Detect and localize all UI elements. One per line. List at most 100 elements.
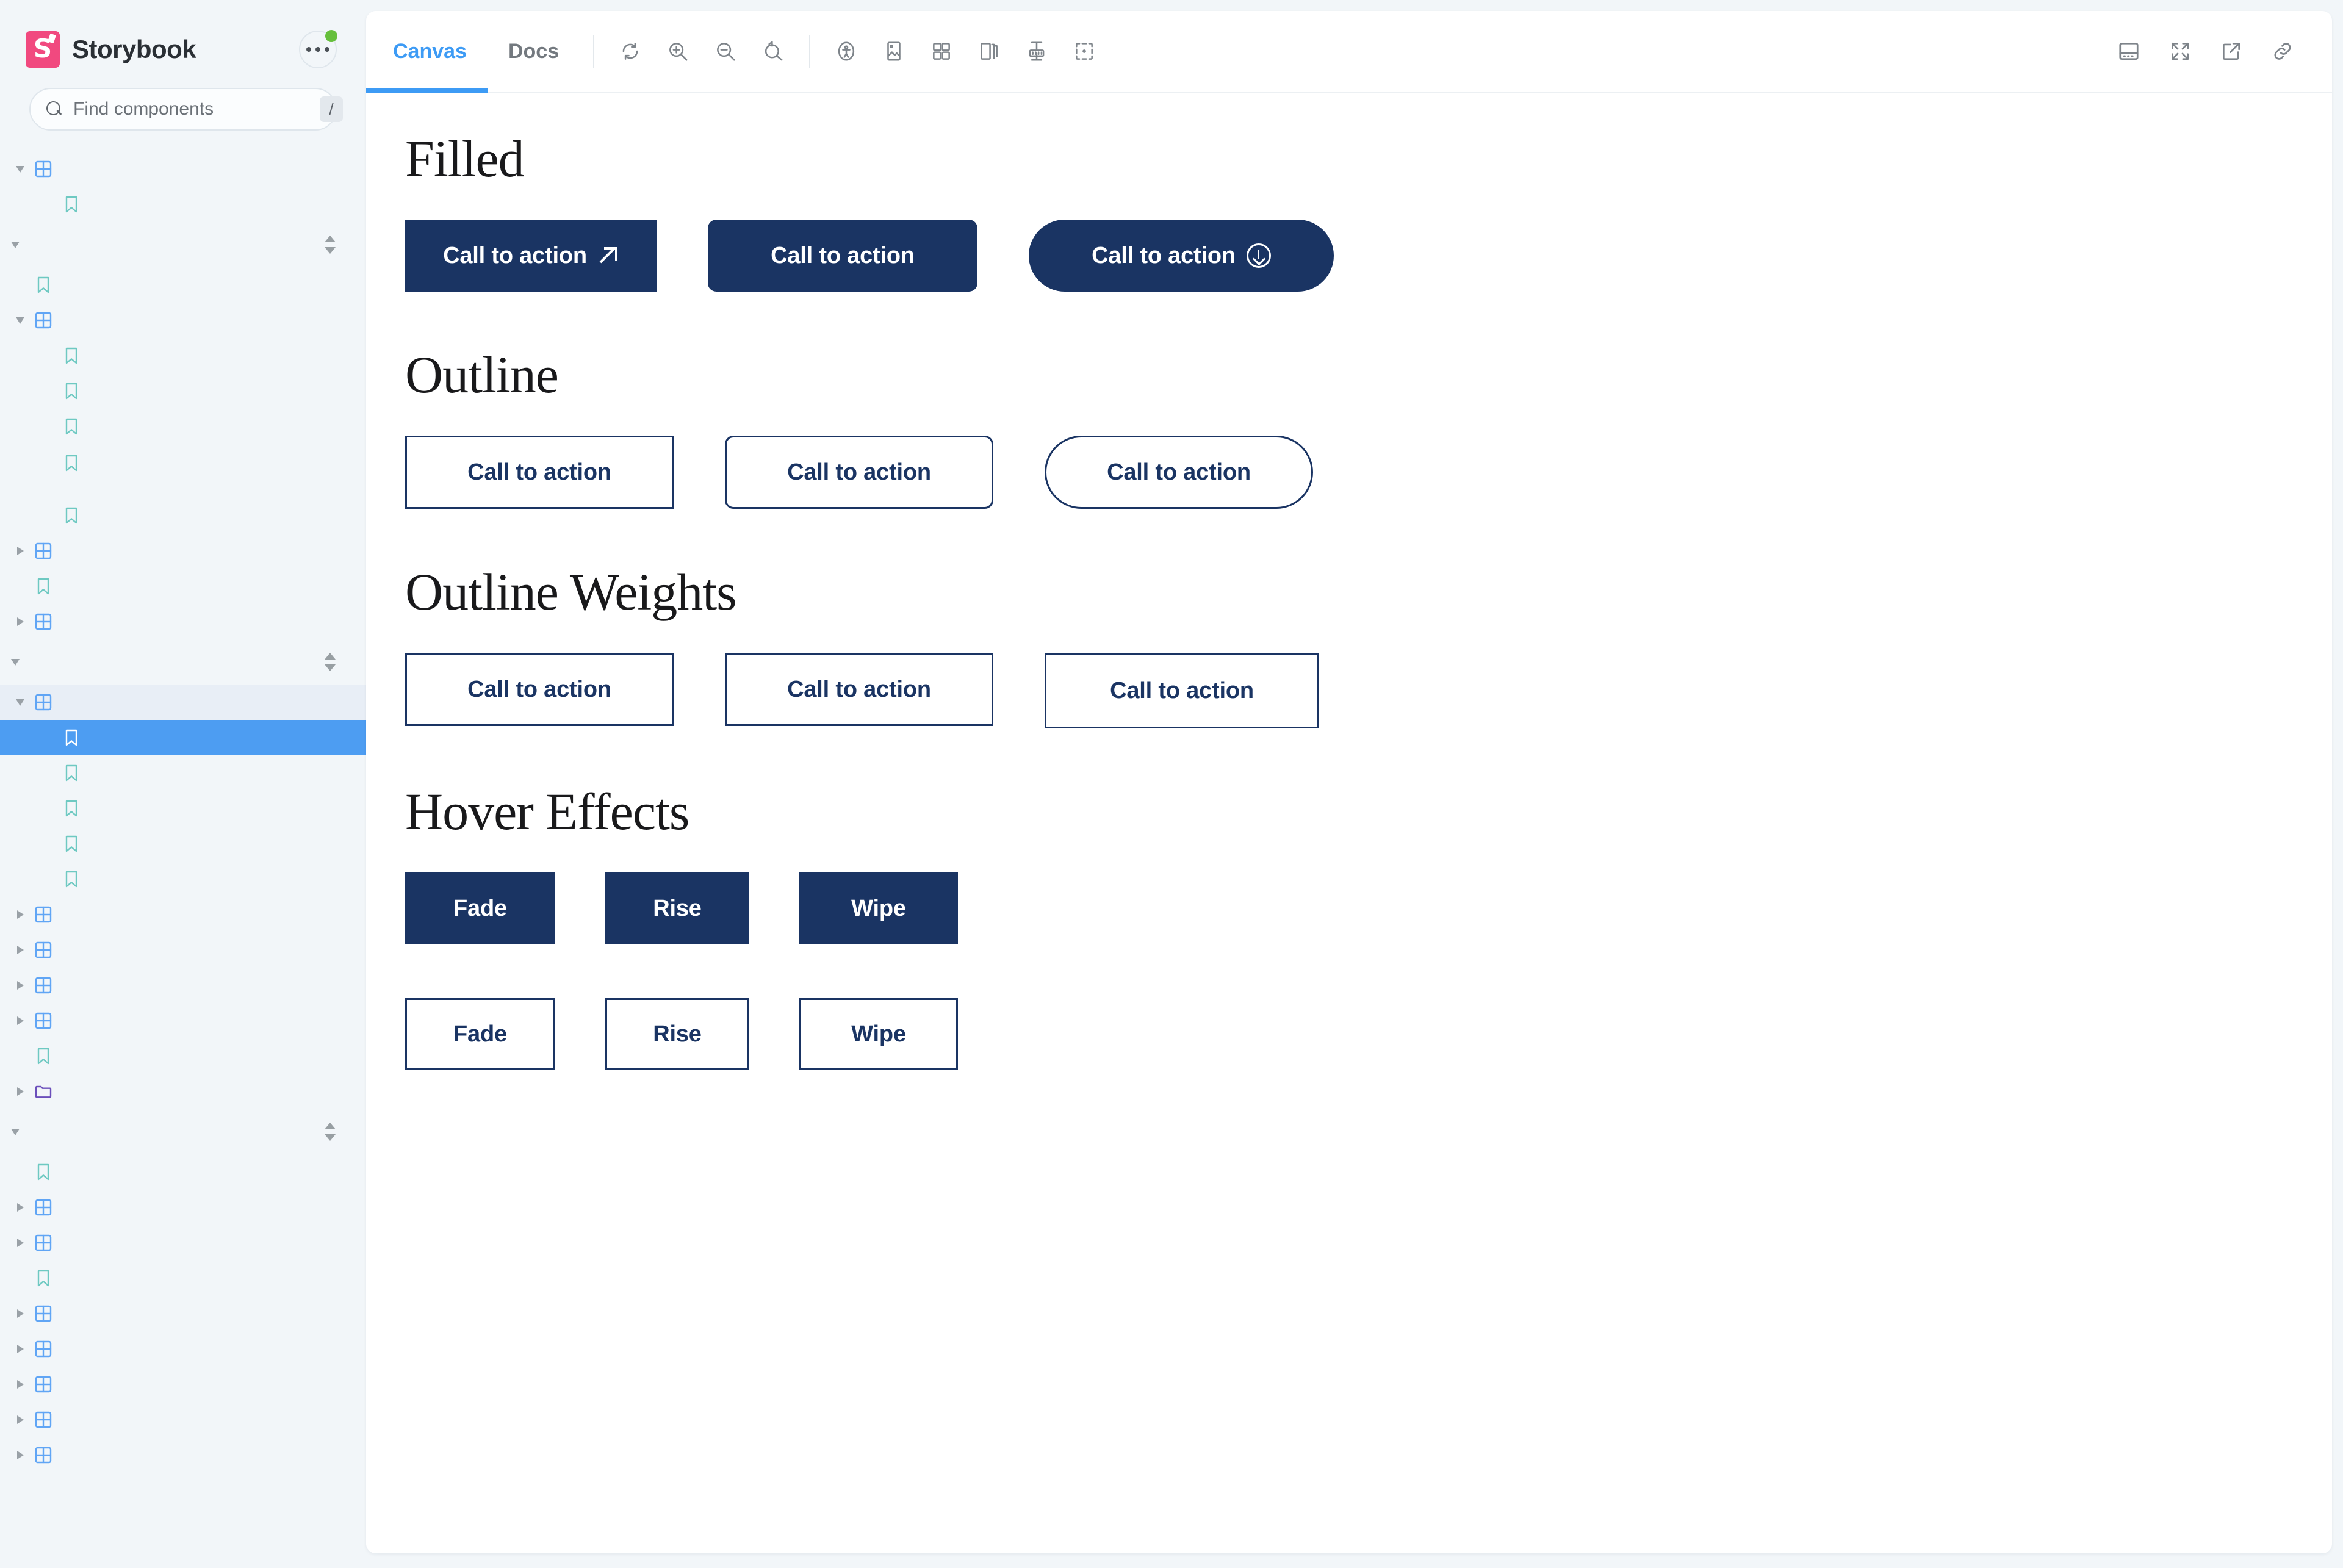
- tree-item-global-theme-color-pairings[interactable]: [0, 498, 366, 533]
- tree-item-controls[interactable]: [0, 685, 366, 720]
- tree-item-link-examples[interactable]: [0, 826, 366, 861]
- tree-item-table[interactable]: [0, 1038, 366, 1074]
- tree-item-image[interactable]: [0, 1437, 366, 1473]
- cta-call-to-action-0-0-1[interactable]: Call to action: [708, 220, 977, 292]
- tree-group-atoms[interactable]: [0, 639, 366, 685]
- tree-item-content-spotlight[interactable]: [0, 1331, 366, 1367]
- tree-item-cta-examples[interactable]: [0, 791, 366, 826]
- cta-label: Call to action: [771, 242, 915, 268]
- search-input[interactable]: [73, 99, 309, 120]
- chevron-right-icon[interactable]: [11, 968, 29, 1003]
- zoom-out-icon[interactable]: [703, 29, 748, 74]
- chevron-down-icon[interactable]: [11, 303, 29, 338]
- cta-call-to-action-1-0-1[interactable]: Call to action: [725, 436, 993, 509]
- chevron-right-icon[interactable]: [11, 1074, 29, 1109]
- cta-rise-3-1-1[interactable]: Rise: [605, 998, 749, 1070]
- tree-item-typography[interactable]: [0, 604, 366, 639]
- tab-docs[interactable]: Docs: [488, 11, 580, 92]
- grid-icon[interactable]: [919, 29, 964, 74]
- background-icon[interactable]: [871, 29, 916, 74]
- cta-call-to-action-2-0-1[interactable]: Call to action: [725, 653, 993, 726]
- accessibility-icon[interactable]: [824, 29, 869, 74]
- cta-rise-3-0-1[interactable]: Rise: [605, 872, 749, 944]
- tree-item-forms[interactable]: [0, 932, 366, 968]
- chevron-right-icon[interactable]: [11, 1225, 29, 1261]
- tree-group-molecules[interactable]: [0, 1109, 366, 1154]
- cta-label: Rise: [653, 1021, 702, 1047]
- chevron-right-icon[interactable]: [11, 604, 29, 639]
- tree-item-effects[interactable]: [0, 533, 366, 569]
- remount-icon[interactable]: [608, 29, 653, 74]
- addons-panel-icon[interactable]: [2106, 29, 2151, 74]
- tree-item-banners[interactable]: [0, 1225, 366, 1261]
- chevron-right-icon[interactable]: [11, 1367, 29, 1402]
- tree-item-color-basic-themes[interactable]: [0, 409, 366, 444]
- sidebar-menu-button[interactable]: [299, 30, 337, 68]
- chevron-right-icon[interactable]: [11, 932, 29, 968]
- chevron-down-icon[interactable]: [11, 685, 29, 720]
- tree-item-cards[interactable]: [0, 1296, 366, 1331]
- cta-call-to-action-2-0-0[interactable]: Call to action: [405, 653, 674, 726]
- chevron-right-icon[interactable]: [11, 1296, 29, 1331]
- cta-fade-3-1-0[interactable]: Fade: [405, 998, 555, 1070]
- tree-item-facts-and-figures[interactable]: [0, 1402, 366, 1437]
- tree-item-global-config[interactable]: [0, 187, 366, 222]
- cta-call-to-action-2-0-2[interactable]: Call to action: [1045, 653, 1319, 728]
- chevron-right-icon[interactable]: [11, 533, 29, 569]
- chevron-down-icon[interactable]: [11, 151, 29, 187]
- tree-item-config[interactable]: [0, 151, 366, 187]
- tree-item-text-link[interactable]: [0, 755, 366, 791]
- tree-item-component-theme-color-pairings[interactable]: [0, 444, 366, 498]
- cta-call-to-action-1-0-0[interactable]: Call to action: [405, 436, 674, 509]
- expand-collapse-icon[interactable]: [322, 1121, 338, 1142]
- tree-item-accordion[interactable]: [0, 1154, 366, 1190]
- zoom-reset-icon[interactable]: [750, 29, 796, 74]
- chevron-right-icon[interactable]: [11, 1190, 29, 1225]
- tree-item-spacing[interactable]: [0, 569, 366, 604]
- component-icon: [29, 1437, 57, 1473]
- cta-call-to-action-0-0-0[interactable]: Call to action: [405, 220, 657, 292]
- component-icon: [29, 604, 57, 639]
- cta-call-to-action-0-0-2[interactable]: Call to action: [1029, 220, 1334, 292]
- cta-fade-3-0-0[interactable]: Fade: [405, 872, 555, 944]
- story-icon: [29, 1261, 57, 1296]
- chevron-right-icon[interactable]: [11, 1331, 29, 1367]
- cta-call-to-action-1-0-2[interactable]: Call to action: [1045, 436, 1313, 509]
- tree-item-colors[interactable]: [0, 338, 366, 373]
- expand-collapse-icon[interactable]: [322, 652, 338, 672]
- tree-item-lists[interactable]: [0, 1003, 366, 1038]
- measure-icon[interactable]: [1014, 29, 1059, 74]
- cta-wipe-3-1-2[interactable]: Wipe: [799, 998, 958, 1070]
- tab-canvas[interactable]: Canvas: [366, 11, 488, 93]
- tree-item-color-global-themes[interactable]: [0, 373, 366, 409]
- zoom-in-icon[interactable]: [655, 29, 700, 74]
- tree-item-videos[interactable]: [0, 1074, 366, 1109]
- copy-link-icon[interactable]: [2260, 29, 2305, 74]
- tree-item-colors[interactable]: [0, 303, 366, 338]
- component-icon: [29, 897, 57, 932]
- expand-collapse-icon[interactable]: [322, 234, 338, 255]
- fullscreen-icon[interactable]: [2158, 29, 2203, 74]
- chevron-right-icon[interactable]: [11, 1402, 29, 1437]
- tree-item-breakpoints[interactable]: [0, 267, 366, 303]
- brand[interactable]: S Storybook: [26, 31, 196, 68]
- cta-wipe-3-0-2[interactable]: Wipe: [799, 872, 958, 944]
- chevron-right-icon[interactable]: [11, 1437, 29, 1473]
- button-row: Call to action Call to action Call to acti…: [405, 653, 2293, 728]
- tree-item-images[interactable]: [0, 968, 366, 1003]
- viewport-icon[interactable]: [966, 29, 1012, 74]
- tree-item-alert[interactable]: [0, 1190, 366, 1225]
- component-icon: [29, 1003, 57, 1038]
- outline-icon[interactable]: [1062, 29, 1107, 74]
- chevron-right-icon[interactable]: [11, 897, 29, 932]
- tree-item-embed[interactable]: [0, 1367, 366, 1402]
- search-box[interactable]: /: [29, 88, 343, 131]
- download-circle-icon: [1246, 243, 1271, 268]
- tree-item-cta[interactable]: [0, 720, 366, 755]
- tree-group-tokens[interactable]: [0, 222, 366, 267]
- tree-item-divider[interactable]: [0, 897, 366, 932]
- tree-item-text-copy-button-examples[interactable]: [0, 861, 366, 897]
- tree-item-callout[interactable]: [0, 1261, 366, 1296]
- chevron-right-icon[interactable]: [11, 1003, 29, 1038]
- open-new-tab-icon[interactable]: [2209, 29, 2254, 74]
